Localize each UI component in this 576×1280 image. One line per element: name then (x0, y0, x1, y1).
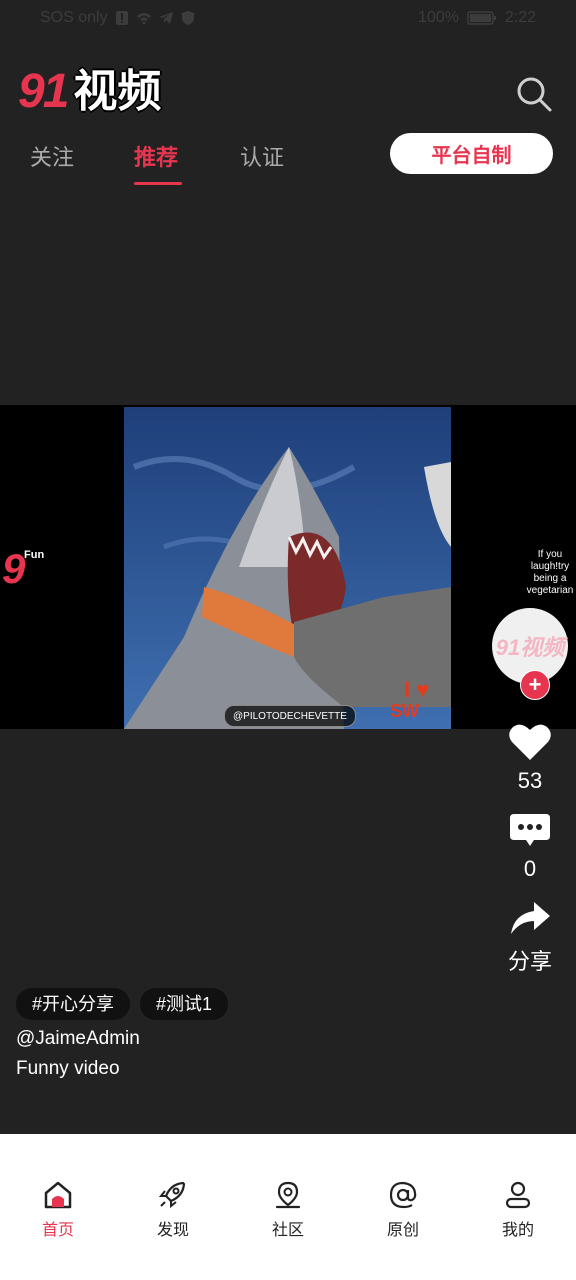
nav-profile[interactable]: 我的 (478, 1180, 558, 1240)
hashtag-chip[interactable]: #开心分享 (16, 988, 131, 1020)
tab-following[interactable]: 关注 (30, 140, 74, 172)
nav-original-label: 原创 (386, 1222, 419, 1239)
clock: 2:22 (504, 9, 536, 26)
search-button[interactable] (514, 74, 554, 114)
telegram-icon (158, 12, 173, 24)
nav-original[interactable]: 原创 (363, 1180, 443, 1240)
location-pin-icon (275, 1181, 301, 1209)
active-tab-indicator (134, 182, 182, 185)
nav-home-label: 首页 (41, 1222, 74, 1239)
logo-number: 91 (18, 65, 69, 118)
svg-text:I ♥: I ♥ (404, 677, 429, 702)
search-icon (517, 77, 552, 112)
nav-profile-label: 我的 (501, 1222, 534, 1239)
nav-home[interactable]: 首页 (18, 1180, 98, 1240)
nav-discover-label: 发现 (156, 1222, 189, 1239)
tab-certified[interactable]: 认证 (240, 140, 284, 172)
comment-icon (510, 814, 550, 846)
rocket-icon (158, 1181, 186, 1209)
svg-text:SW: SW (390, 701, 419, 721)
video-player[interactable]: 9 Fun I ♥ SW @PILOTODECHEVETTE If you la… (0, 405, 576, 729)
left-brand-suffix: Fun (24, 549, 45, 561)
right-caption: If you laugh!try being a vegetarian (526, 549, 574, 596)
hashtag-list: #开心分享 #测试1 (16, 988, 229, 1020)
at-sign-icon (389, 1181, 417, 1209)
comment-button[interactable]: 0 (500, 810, 560, 882)
video-frame: I ♥ SW (124, 407, 451, 729)
share-label: 分享 (507, 949, 552, 974)
battery-icon (467, 11, 496, 25)
carrier-status-text: SOS only (40, 9, 108, 26)
like-button[interactable]: 53 (500, 722, 560, 794)
user-icon (505, 1181, 531, 1209)
avatar-logo-text: 91视频 (495, 635, 565, 660)
left-brand-logo: 9 (2, 545, 26, 592)
tab-recommended[interactable]: 推荐 (134, 140, 178, 172)
app-logo: 91 视频 (18, 66, 161, 118)
share-arrow-icon (511, 902, 550, 934)
video-thumbnail-shark: I ♥ SW (124, 407, 451, 729)
home-icon (44, 1181, 72, 1209)
alert-icon (115, 11, 128, 25)
wifi-icon (136, 13, 151, 25)
post-description: Funny video (16, 1058, 120, 1079)
logo-text: 视频 (73, 66, 162, 117)
hashtag-chip[interactable]: #测试1 (140, 988, 229, 1020)
nav-community-label: 社区 (271, 1222, 304, 1239)
status-bar: SOS only 100% 2:22 (0, 0, 576, 36)
battery-percent: 100% (417, 9, 459, 26)
bottom-navigation: 首页 发现 社区 原创 我的 (0, 1134, 576, 1280)
comment-count: 0 (523, 856, 537, 881)
follow-button[interactable]: + (520, 670, 550, 700)
share-button[interactable]: 分享 (500, 900, 560, 976)
nav-community[interactable]: 社区 (248, 1180, 328, 1240)
video-watermark: @PILOTODECHEVETTE (224, 705, 356, 727)
platform-original-button[interactable]: 平台自制 (390, 133, 553, 174)
heart-icon (509, 724, 551, 760)
like-count: 53 (517, 768, 543, 793)
shield-icon (181, 11, 194, 25)
nav-discover[interactable]: 发现 (133, 1180, 213, 1240)
author-name[interactable]: @JaimeAdmin (16, 1028, 140, 1050)
